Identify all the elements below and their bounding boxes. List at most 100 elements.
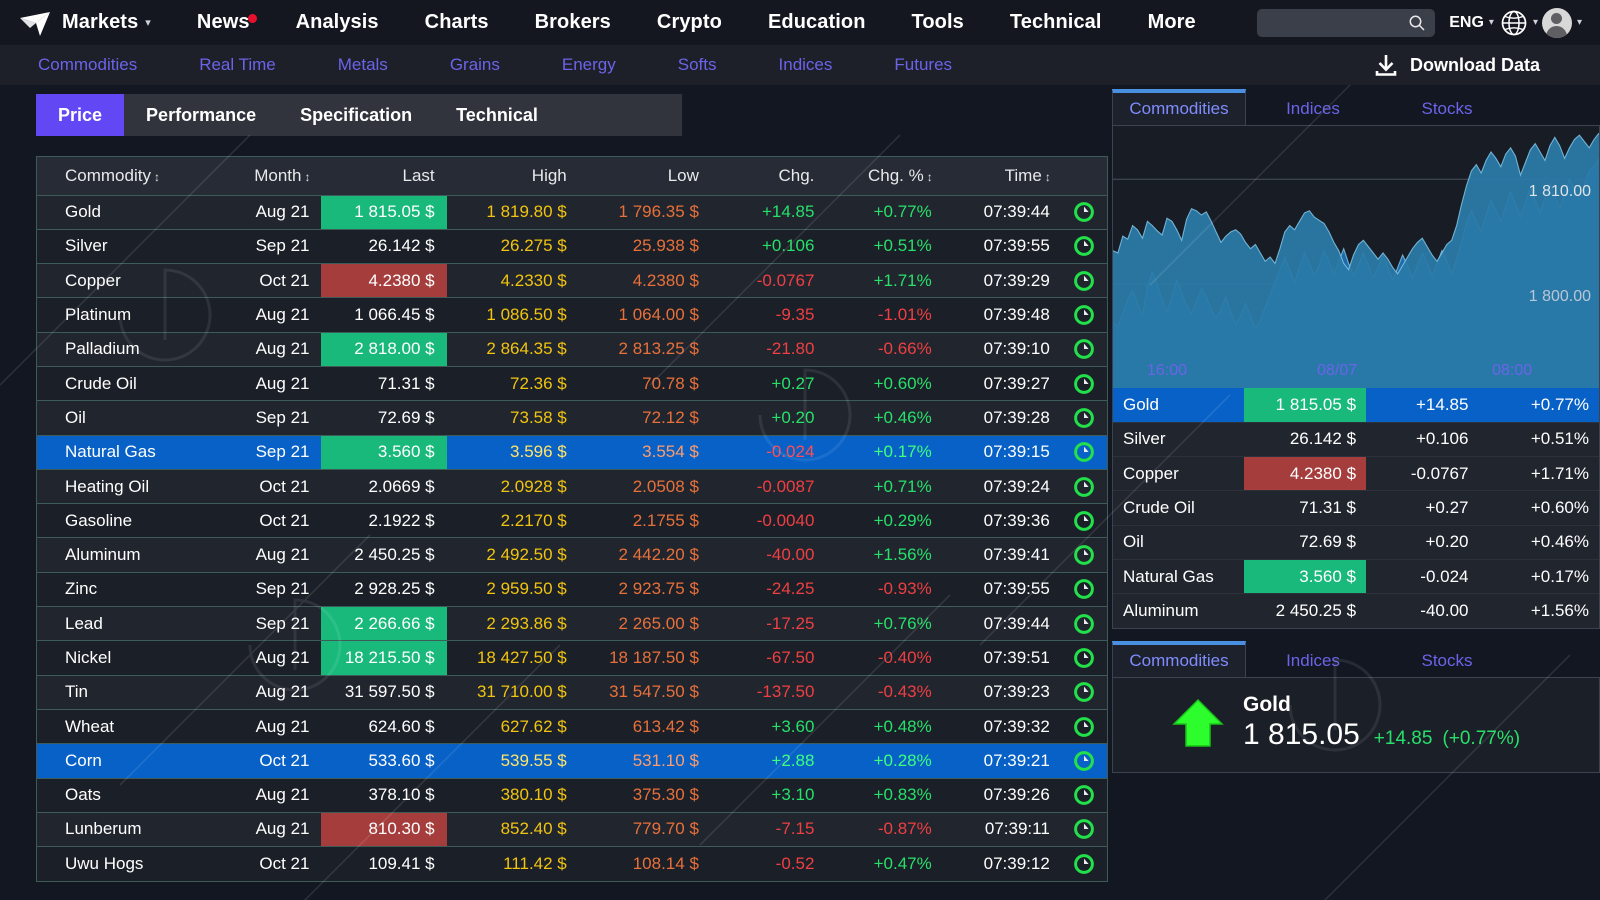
mini-quote-row[interactable]: Natural Gas 3.560 $ -0.024 +0.17% [1113, 559, 1599, 595]
region-selector[interactable]: ▾ [1500, 9, 1538, 37]
subnav-item-metals[interactable]: Metals [338, 55, 388, 75]
table-row[interactable]: Zinc Sep 21 2 928.25 $2 959.50 $2 923.75 $… [37, 572, 1107, 608]
table-row[interactable]: Gasoline Oct 21 2.1922 $2.2170 $2.1755 $ -0… [37, 503, 1107, 539]
subnav-item-futures[interactable]: Futures [894, 55, 952, 75]
cell-status-icon[interactable] [1061, 640, 1107, 676]
column-header-low[interactable]: Low [578, 157, 711, 196]
account-menu[interactable]: ▾ [1541, 7, 1582, 38]
cell-status-icon[interactable] [1061, 332, 1107, 367]
table-row[interactable]: Copper Oct 21 4.2380 $4.2330 $4.2380 $ -0.0… [37, 263, 1107, 299]
cell-commodity[interactable]: Gasoline [37, 503, 221, 539]
column-header-time[interactable]: Time ↕ [943, 157, 1062, 196]
quote-tab-commodities[interactable]: Commodities [1112, 641, 1246, 678]
nav-item-more[interactable]: More [1148, 11, 1196, 34]
column-header-chg-pct[interactable]: Chg. % ↕ [826, 157, 944, 196]
cell-commodity[interactable]: Nickel [37, 640, 221, 676]
cell-commodity[interactable]: Silver [37, 229, 221, 265]
table-row[interactable]: Lunberum Aug 21 810.30 $852.40 $779.70 $ -7… [37, 812, 1107, 848]
table-row[interactable]: Heating Oil Oct 21 2.0669 $2.0928 $2.0508 … [37, 469, 1107, 505]
sort-icon[interactable]: ↕ [304, 170, 310, 184]
cell-status-icon[interactable] [1061, 709, 1107, 745]
cell-status-icon[interactable] [1062, 847, 1107, 881]
cell-commodity[interactable]: Crude Oil [37, 366, 221, 402]
table-row[interactable]: Palladium Aug 21 2 818.00 $2 864.35 $2 813… [37, 332, 1107, 367]
table-row[interactable]: Crude Oil Aug 21 71.31 $72.36 $70.78 $ +0.2… [37, 366, 1107, 402]
nav-item-education[interactable]: Education [768, 11, 866, 34]
nav-item-charts[interactable]: Charts [425, 11, 489, 34]
subnav-item-grains[interactable]: Grains [450, 55, 500, 75]
cell-status-icon[interactable] [1061, 229, 1107, 265]
quote-tab-stocks[interactable]: Stocks [1380, 651, 1514, 677]
cell-status-icon[interactable] [1061, 606, 1107, 642]
table-row[interactable]: Tin Aug 21 31 597.50 $31 710.00 $31 547.50… [37, 675, 1107, 710]
search-icon[interactable] [1408, 14, 1426, 32]
cell-status-icon[interactable] [1061, 537, 1107, 573]
table-row[interactable]: Natural Gas Sep 21 3.560 $3.596 $3.554 $ -0… [37, 435, 1107, 470]
mini-quote-row[interactable]: Oil 72.69 $ +0.20 +0.46% [1113, 525, 1599, 560]
column-header-chg[interactable]: Chg. [710, 157, 827, 196]
language-selector[interactable]: ENG ▾ [1449, 14, 1494, 32]
cell-commodity[interactable]: Oil [37, 400, 221, 436]
nav-item-analysis[interactable]: Analysis [296, 11, 379, 34]
cell-status-icon[interactable] [1061, 195, 1107, 230]
tab-technical[interactable]: Technical [434, 94, 560, 136]
table-row[interactable]: Gold Aug 21 1 815.05 $1 819.80 $1 796.35 $… [37, 195, 1107, 230]
cell-status-icon[interactable] [1061, 812, 1107, 848]
search-box[interactable] [1257, 8, 1436, 37]
cell-commodity[interactable]: Oats [37, 778, 221, 813]
cell-commodity[interactable]: Palladium [37, 332, 221, 367]
mini-quote-row[interactable]: Aluminum 2 450.25 $ -40.00 +1.56% [1113, 593, 1599, 629]
column-header-commodity[interactable]: Commodity ↕ [37, 157, 221, 196]
table-row[interactable]: Lead Sep 21 2 266.66 $2 293.86 $2 265.00 $… [37, 606, 1107, 642]
cell-commodity[interactable]: Aluminum [37, 537, 221, 573]
cell-commodity[interactable]: Gold [37, 195, 221, 230]
cell-status-icon[interactable] [1061, 400, 1107, 436]
site-logo[interactable] [16, 6, 62, 40]
nav-item-news[interactable]: News [197, 11, 257, 34]
cell-status-icon[interactable] [1061, 263, 1107, 299]
cell-commodity[interactable]: Lead [37, 606, 221, 642]
table-row[interactable]: Corn Oct 21 533.60 $539.55 $531.10 $ +2.88 +… [37, 743, 1107, 779]
nav-item-brokers[interactable]: Brokers [535, 11, 611, 34]
cell-status-icon[interactable] [1061, 743, 1107, 779]
tab-performance[interactable]: Performance [124, 94, 278, 136]
cell-commodity[interactable]: Heating Oil [37, 469, 221, 505]
table-row[interactable]: Oats Aug 21 378.10 $380.10 $375.30 $ +3.10 +… [37, 778, 1107, 813]
cell-status-icon[interactable] [1061, 297, 1107, 333]
subnav-item-real-time[interactable]: Real Time [199, 55, 276, 75]
subnav-item-softs[interactable]: Softs [678, 55, 717, 75]
cell-status-icon[interactable] [1061, 572, 1107, 608]
cell-commodity[interactable]: Natural Gas [37, 435, 221, 470]
column-header-high[interactable]: High [446, 157, 579, 196]
table-row[interactable]: Silver Sep 21 26.142 $26.275 $25.938 $ +0.1… [37, 229, 1107, 265]
quote-tab-indices[interactable]: Indices [1246, 651, 1380, 677]
cell-status-icon[interactable] [1061, 469, 1107, 505]
chart-tab-stocks[interactable]: Stocks [1380, 99, 1514, 125]
nav-item-markets[interactable]: Markets ▾ [62, 11, 151, 34]
search-input[interactable] [1268, 15, 1409, 30]
tab-price[interactable]: Price [36, 94, 125, 136]
table-row[interactable]: Uwu Hogs Oct 21 109.41 $ 111.42 $ 108.14 $ -0… [37, 846, 1107, 881]
chart-tab-indices[interactable]: Indices [1246, 99, 1380, 125]
cell-commodity[interactable]: Lunberum [37, 812, 221, 848]
chart-tab-commodities[interactable]: Commodities [1112, 89, 1246, 125]
tab-specification[interactable]: Specification [278, 94, 434, 136]
cell-commodity[interactable]: Corn [37, 743, 221, 779]
sort-icon[interactable]: ↕ [1045, 170, 1051, 184]
cell-commodity[interactable]: Uwu Hogs [37, 847, 221, 881]
nav-item-tools[interactable]: Tools [912, 11, 964, 34]
sort-icon[interactable]: ↕ [154, 170, 160, 184]
cell-commodity[interactable]: Zinc [37, 572, 221, 608]
nav-item-technical[interactable]: Technical [1010, 11, 1102, 34]
cell-status-icon[interactable] [1061, 675, 1107, 710]
sort-icon[interactable]: ↕ [927, 170, 933, 184]
cell-status-icon[interactable] [1061, 503, 1107, 539]
cell-commodity[interactable]: Tin [37, 675, 221, 710]
column-header-last[interactable]: Last [321, 157, 447, 196]
table-row[interactable]: Wheat Aug 21 624.60 $627.62 $613.42 $ +3.60… [37, 709, 1107, 745]
mini-quote-row[interactable]: Silver 26.142 $ +0.106 +0.51% [1113, 422, 1599, 458]
gold-area-chart[interactable]: 1 810.00 1 800.00 16:00 08/07 08:00 [1113, 126, 1599, 388]
cell-status-icon[interactable] [1061, 366, 1107, 402]
download-data-button[interactable]: Download Data [1373, 52, 1540, 78]
table-row[interactable]: Oil Sep 21 72.69 $73.58 $72.12 $ +0.20 +0.46… [37, 400, 1107, 436]
